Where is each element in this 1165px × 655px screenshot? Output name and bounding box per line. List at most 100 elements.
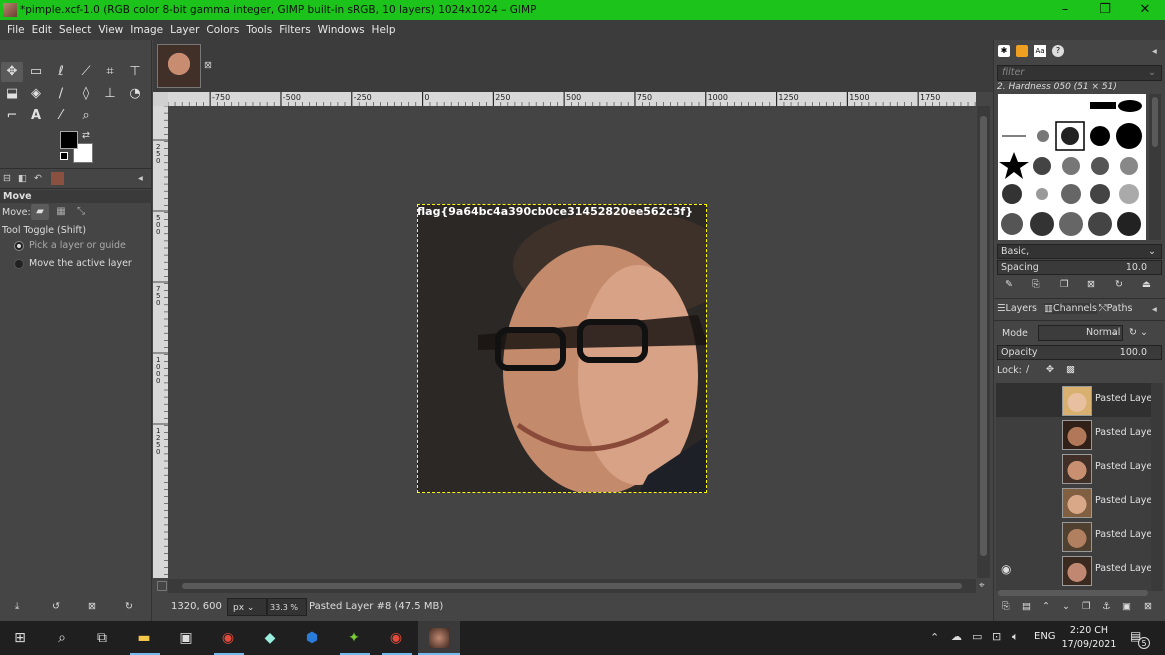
show-hidden-icons-icon[interactable]: ⌃	[930, 631, 939, 644]
windows-start-icon[interactable]: ⊞	[10, 629, 30, 647]
tab-paths[interactable]: ⤲Paths	[1099, 303, 1132, 314]
layer-row[interactable]: Pasted Layer	[996, 451, 1151, 485]
menu-filters[interactable]: Filters	[272, 20, 310, 40]
brush-grid-scrollbar[interactable]	[1149, 94, 1161, 240]
lower-layer-icon[interactable]: ⌄	[1062, 601, 1070, 612]
menu-tools[interactable]: Tools	[239, 20, 272, 40]
reset-options-icon[interactable]: ↻	[125, 601, 133, 612]
delete-brush-icon[interactable]: ⊠	[1087, 279, 1095, 290]
quick-mask-toggle[interactable]	[157, 581, 167, 591]
gimp-taskbar-button[interactable]	[418, 621, 460, 655]
undo-history-tab-icon[interactable]: ↶	[34, 173, 42, 184]
foreground-color-swatch[interactable]	[60, 131, 78, 149]
fonts-tab-icon[interactable]: Aa	[1034, 45, 1046, 57]
lock-alpha-icon[interactable]: ▩	[1066, 364, 1075, 375]
tool-options-tab-icon[interactable]: ⊟	[3, 173, 11, 184]
text-tool-icon[interactable]: A	[25, 106, 47, 126]
default-colors-icon[interactable]	[60, 152, 68, 160]
help-tab-icon[interactable]: ?	[1052, 45, 1064, 57]
opacity-slider[interactable]: Opacity 100.0	[997, 345, 1162, 360]
chrome-icon-2[interactable]: ◉	[386, 629, 406, 647]
task-view-icon[interactable]: ⧉	[92, 629, 112, 647]
file-explorer-icon[interactable]: ▬	[134, 629, 154, 647]
open-brush-icon[interactable]: ⏏	[1142, 279, 1151, 290]
delete-options-icon[interactable]: ⊠	[88, 601, 96, 612]
minimize-button[interactable]: –	[1045, 0, 1085, 20]
lasso-tool-icon[interactable]: ℓ	[50, 62, 72, 82]
brush-preset-select[interactable]: Basic, ⌄	[997, 244, 1162, 259]
images-tab-icon[interactable]	[51, 172, 64, 185]
configure-layers-tab-icon[interactable]: ◂	[1152, 304, 1157, 315]
ruler-corner[interactable]	[153, 92, 168, 106]
brush-filter-input[interactable]: filter ⌄	[997, 65, 1162, 81]
patterns-tab-icon[interactable]	[1016, 45, 1028, 57]
vertical-ruler[interactable]: 250 500 750 1000 1250	[153, 106, 168, 578]
layer-visibility-eye-icon[interactable]: ◉	[1001, 562, 1011, 576]
restore-options-icon[interactable]: ↺	[52, 601, 60, 612]
layer-row[interactable]: ◉ Pasted Layer	[996, 553, 1151, 587]
horizontal-ruler[interactable]: -750 -500 -250 0 250 500 750 1000 1250 1500 1750	[168, 92, 976, 106]
tab-channels[interactable]: ▥Channels	[1044, 303, 1097, 314]
duplicate-layer-icon[interactable]: ❐	[1082, 601, 1091, 612]
close-image-tab-icon[interactable]: ⊠	[204, 60, 212, 71]
tab-layers[interactable]: ☰Layers	[997, 303, 1037, 314]
configure-tab-icon[interactable]: ◂	[138, 173, 143, 184]
edit-brush-icon[interactable]: ✎	[1005, 279, 1013, 290]
refresh-brushes-icon[interactable]: ↻	[1115, 279, 1123, 290]
configure-brushes-tab-icon[interactable]: ◂	[1152, 46, 1157, 57]
volume-icon[interactable]: 🔈︎	[1012, 630, 1019, 644]
layers-hscrollbar[interactable]	[998, 590, 1148, 596]
delete-layer-icon[interactable]: ⊠	[1144, 601, 1152, 612]
lock-position-icon[interactable]: ✥	[1046, 364, 1054, 375]
paths-tool-icon[interactable]: ⌐	[1, 106, 23, 126]
lock-pixels-icon[interactable]: ∕	[1026, 364, 1029, 375]
brush-grid[interactable]	[998, 94, 1146, 240]
close-button[interactable]: ✕	[1125, 0, 1165, 20]
chrome-icon[interactable]: ◉	[218, 629, 238, 647]
anchor-layer-icon[interactable]: ⚓	[1102, 601, 1111, 612]
menu-edit[interactable]: Edit	[25, 20, 52, 40]
rect-select-tool-icon[interactable]: ▭	[25, 62, 47, 82]
move-active-layer-radio[interactable]	[14, 259, 24, 269]
move-selection-icon[interactable]: ▦	[52, 204, 70, 220]
zoom-select[interactable]: 33.3 % ⌄	[267, 598, 307, 630]
paintbrush-tool-icon[interactable]: ∕	[50, 84, 72, 104]
switch-mode-icon[interactable]: ↻ ⌄	[1129, 327, 1148, 338]
bucket-fill-tool-icon[interactable]: ◈	[25, 84, 47, 104]
layer-row[interactable]: Pasted Layer	[996, 519, 1151, 553]
pick-layer-radio[interactable]	[14, 241, 24, 251]
brushes-tab-icon[interactable]: ✱	[998, 45, 1010, 57]
menu-view[interactable]: View	[91, 20, 123, 40]
menu-image[interactable]: Image	[123, 20, 163, 40]
crop-tool-icon[interactable]: ⌗	[99, 62, 121, 82]
navigate-icon[interactable]: ⌖	[979, 580, 985, 591]
app-icon[interactable]: ◆	[260, 629, 280, 647]
warp-tool-icon[interactable]: ⬓	[1, 84, 23, 104]
active-layer-image[interactable]	[417, 204, 707, 493]
maximize-button[interactable]: ❐	[1085, 0, 1125, 20]
move-layer-icon[interactable]: ▰	[31, 204, 49, 220]
layers-scrollbar[interactable]	[1151, 383, 1163, 591]
save-options-icon[interactable]: ⤓	[15, 601, 19, 612]
move-path-icon[interactable]: ⤡	[72, 204, 90, 220]
layer-row[interactable]: Pasted Layer	[996, 417, 1151, 451]
onedrive-icon[interactable]: ☁	[951, 630, 962, 643]
menu-layer[interactable]: Layer	[163, 20, 199, 40]
layer-row[interactable]: Pasted Layer	[996, 485, 1151, 519]
image-tab-thumbnail[interactable]	[157, 44, 201, 88]
clone-tool-icon[interactable]: ⊥	[99, 84, 121, 104]
eraser-tool-icon[interactable]: ◊	[75, 84, 97, 104]
raise-layer-icon[interactable]: ⌃	[1042, 601, 1050, 612]
swap-colors-icon[interactable]: ⇄	[82, 130, 90, 141]
move-tool-icon[interactable]: ✥	[1, 62, 23, 82]
menu-select[interactable]: Select	[52, 20, 91, 40]
new-brush-icon[interactable]: ⎘	[1032, 279, 1040, 290]
layer-row[interactable]: Pasted Layer	[996, 383, 1151, 417]
duplicate-brush-icon[interactable]: ❐	[1060, 279, 1069, 290]
clock[interactable]: 2:20 CH 17/09/2021	[1060, 624, 1118, 652]
menu-colors[interactable]: Colors	[199, 20, 239, 40]
horizontal-scrollbar[interactable]	[168, 579, 976, 593]
hexagon-app-icon[interactable]: ⬢	[302, 629, 322, 647]
fuzzy-select-tool-icon[interactable]: ⟋	[75, 62, 97, 82]
device-status-tab-icon[interactable]: ◧	[18, 173, 27, 184]
